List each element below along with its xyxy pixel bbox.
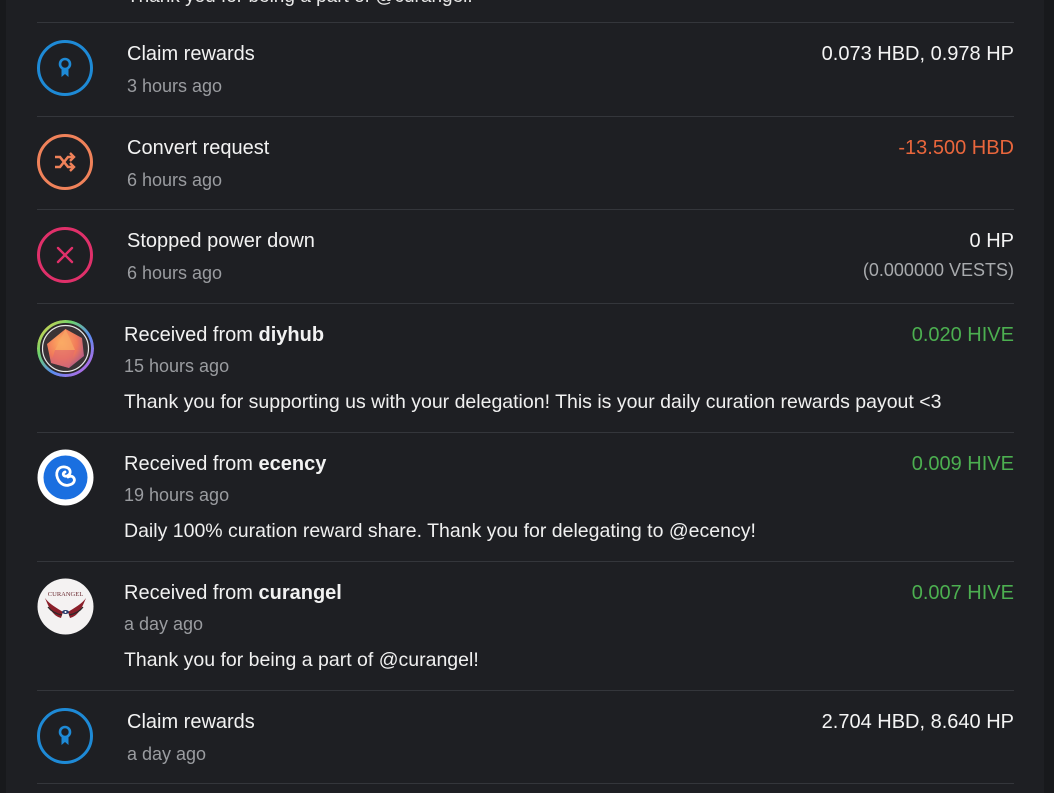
transaction-amount: 2.704 HBD, 8.640 HP	[821, 710, 1014, 733]
transaction-memo: Daily 100% curation reward share. Thank …	[124, 519, 756, 542]
transaction-row-transfer-curangel[interactable]: CURANGEL Received from curangel a day ag…	[37, 562, 1014, 691]
transaction-memo: Thank you for being a part of @curangel!	[124, 648, 479, 671]
convert-badge	[37, 133, 93, 190]
transaction-title: Convert request	[127, 136, 270, 159]
award-icon	[58, 725, 72, 745]
svg-text:CURANGEL: CURANGEL	[48, 591, 83, 598]
left-panel-edge	[0, 0, 6, 793]
transaction-amount: -13.500 HBD	[898, 136, 1014, 159]
transaction-sub-amount: (0.000000 VESTS)	[862, 260, 1014, 280]
transaction-amount: 0.007 HIVE	[911, 581, 1014, 604]
transaction-amount: 0 HP	[969, 230, 1014, 252]
transaction-memo: Thank you for supporting us with your de…	[124, 390, 942, 413]
transaction-title: Stopped power down	[127, 230, 315, 252]
claim-rewards-badge	[37, 707, 93, 764]
stopped-badge	[37, 227, 93, 283]
close-icon	[56, 246, 74, 264]
transaction-time: a day ago	[127, 743, 207, 764]
diyhub-avatar[interactable]	[37, 319, 94, 377]
transaction-row-claim-rewards[interactable]: Claim rewards 3 hours ago 0.073 HBD, 0.9…	[37, 23, 1014, 117]
transaction-time: 6 hours ago	[127, 263, 223, 283]
transaction-amount: 0.009 HIVE	[911, 452, 1014, 475]
transaction-title: Received from ecency	[124, 453, 326, 476]
transaction-list: Thank you for being a part of @curangel!…	[37, 0, 1014, 784]
transaction-amount: 0.073 HBD, 0.978 HP	[821, 43, 1014, 65]
transaction-row-transfer-diyhub[interactable]: Received from diyhub 15 hours ago 0.020 …	[37, 304, 1014, 433]
sender-username[interactable]: ecency	[259, 453, 327, 475]
transaction-time: 3 hours ago	[127, 76, 223, 96]
transaction-title: Received from diyhub	[124, 324, 324, 347]
scrollbar-track[interactable]	[1044, 0, 1054, 793]
transaction-row-stopped-power-down[interactable]: Stopped power down 6 hours ago 0 HP (0.0…	[37, 210, 1014, 304]
transaction-time: 19 hours ago	[124, 484, 230, 505]
sender-username[interactable]: diyhub	[259, 324, 325, 346]
claim-rewards-badge	[37, 40, 93, 96]
transaction-time: a day ago	[124, 613, 204, 634]
transaction-row-convert-request[interactable]: Convert request 6 hours ago -13.500 HBD	[37, 117, 1014, 210]
cutoff-memo-text: Thank you for being a part of @curangel!	[127, 0, 473, 8]
curangel-avatar[interactable]: CURANGEL	[37, 578, 94, 635]
transaction-title: Claim rewards	[127, 43, 255, 65]
transaction-row-transfer-ecency[interactable]: Received from ecency 19 hours ago 0.009 …	[37, 433, 1014, 562]
received-from-label: Received from	[124, 452, 259, 475]
received-from-label: Received from	[124, 323, 259, 346]
shuffle-icon	[55, 151, 76, 172]
transaction-time: 15 hours ago	[124, 355, 230, 376]
angel-wings-icon: CURANGEL	[37, 578, 94, 634]
d20-gem-icon	[37, 319, 94, 377]
transaction-title: Claim rewards	[127, 710, 255, 733]
ecency-avatar[interactable]	[37, 449, 94, 506]
transaction-time: 6 hours ago	[127, 169, 223, 190]
transaction-title: Received from curangel	[124, 582, 342, 605]
previous-row-cutoff: Thank you for being a part of @curangel!	[37, 0, 1014, 23]
received-from-label: Received from	[124, 581, 259, 604]
transaction-row-claim-rewards[interactable]: Claim rewards a day ago 2.704 HBD, 8.640…	[37, 691, 1014, 784]
transaction-amount: 0.020 HIVE	[911, 323, 1014, 346]
ecency-logo-icon	[37, 449, 94, 505]
award-icon	[58, 57, 72, 77]
sender-username[interactable]: curangel	[259, 582, 342, 604]
